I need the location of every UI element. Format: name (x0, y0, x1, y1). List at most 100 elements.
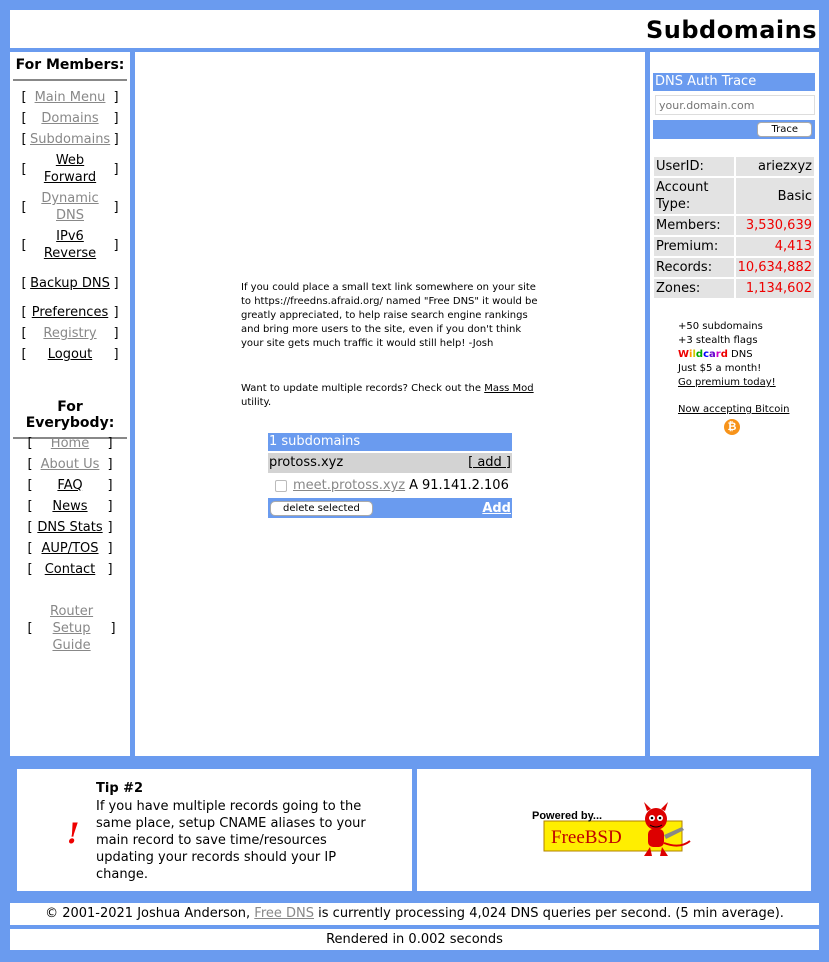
stat-row-premium: Premium: 4,413 (654, 237, 814, 256)
premium-line-price: Just $5 a month! (678, 363, 762, 374)
nav-domains: [ Domains ] (21, 110, 119, 127)
row-select-checkbox[interactable] (275, 480, 287, 492)
stat-row-records: Records: 10,634,882 (654, 258, 814, 277)
nav-main-menu: [ Main Menu ] (21, 89, 119, 106)
freebsd-panel: Powered by... FreeBSD (417, 769, 811, 891)
nav-router-setup: [ Router Setup Guide ] (27, 603, 116, 654)
stat-row-account-type: Account Type: Basic (654, 178, 814, 214)
nav-link-subdomains[interactable]: Subdomains (30, 131, 110, 148)
stat-label: UserID: (654, 157, 734, 176)
everybody-heading: For Everybody: (13, 394, 127, 439)
mass-mod-link[interactable]: Mass Mod (484, 383, 533, 394)
nav-link-router-setup-guide[interactable]: Router Setup Guide (36, 603, 107, 654)
members-heading: For Members: (13, 52, 127, 81)
nav-link-preferences[interactable]: Preferences (30, 304, 110, 321)
subdomains-count-heading: 1 subdomains (268, 433, 512, 451)
exclamation-icon: ! (67, 817, 80, 850)
left-sidebar: For Members: [ Main Menu ] [ Domains ] [… (10, 52, 130, 756)
nav-about-us: [ About Us ] (27, 456, 113, 473)
nav-link-registry[interactable]: Registry (30, 325, 110, 342)
nav-link-dns-stats[interactable]: DNS Stats (36, 519, 104, 536)
tip-title: Tip #2 (96, 781, 144, 796)
nav-link-home[interactable]: Home (36, 435, 104, 452)
stat-label: Premium: (654, 237, 734, 256)
table-row: meet.protoss.xyz A 91.141.2.106 (268, 475, 512, 497)
nav-link-backup-dns[interactable]: Backup DNS (30, 275, 110, 292)
nav-logout: [ Logout ] (21, 346, 119, 363)
stat-label: Records: (654, 258, 734, 277)
stat-row-userid: UserID: ariezxyz (654, 157, 814, 176)
nav-ipv6-reverse: [ IPv6 Reverse ] (21, 228, 119, 262)
copyright-bar: © 2001-2021 Joshua Anderson, Free DNS is… (10, 903, 819, 925)
table-footer: delete selected Add (268, 498, 512, 518)
stat-value: 3,530,639 (735, 216, 814, 235)
nav-link-logout[interactable]: Logout (30, 346, 110, 363)
stat-value: ariezxyz (735, 157, 814, 176)
stat-label: Account Type: (654, 178, 734, 214)
bitcoin-link[interactable]: Now accepting Bitcoin (678, 404, 789, 415)
trace-button[interactable]: Trace (757, 122, 812, 137)
nav-web-forward: [ Web Forward ] (21, 152, 119, 186)
subdomain-host-link[interactable]: meet.protoss.xyz (293, 475, 405, 497)
main-content: If you could place a small text link som… (135, 52, 645, 756)
premium-line-subdomains: +50 subdomains (678, 321, 763, 332)
nav-home: [ Home ] (27, 435, 113, 452)
free-dns-link[interactable]: Free DNS (254, 906, 314, 921)
nav-aup-tos: [ AUP/TOS ] (27, 540, 113, 557)
nav-news: [ News ] (27, 498, 113, 515)
nav-registry: [ Registry ] (21, 325, 119, 342)
premium-line-stealth: +3 stealth flags (678, 335, 758, 346)
nav-link-faq[interactable]: FAQ (36, 477, 104, 494)
page-title: Subdomains (645, 16, 817, 44)
right-sidebar: DNS Auth Trace Trace UserID: ariezxyz Ac… (650, 52, 819, 756)
record-type: A (409, 478, 418, 493)
wildcard-rainbow-text: Wildcard (678, 349, 728, 360)
premium-promo: +50 subdomains +3 stealth flags Wildcard… (678, 320, 776, 390)
bitcoin-icon: ₿ (724, 419, 740, 435)
add-record-link[interactable]: Add (482, 501, 511, 516)
nav-link-dynamic-dns[interactable]: Dynamic DNS (30, 190, 110, 224)
render-time-text: Rendered in 0.002 seconds (326, 932, 503, 947)
stat-label: Members: (654, 216, 734, 235)
record-value: 91.141.2.106 (422, 478, 509, 493)
nav-link-news[interactable]: News (36, 498, 104, 515)
domain-group-row: protoss.xyz [ add ] (268, 453, 512, 473)
tip-text: If you have multiple records going to th… (96, 799, 366, 882)
subdomains-table: 1 subdomains protoss.xyz [ add ] meet.pr… (268, 433, 512, 518)
nav-link-web-forward[interactable]: Web Forward (30, 152, 110, 186)
nav-subdomains: [ Subdomains ] (21, 131, 119, 148)
nav-backup-dns: [ Backup DNS ] (21, 275, 119, 292)
trace-button-bar: Trace (653, 120, 815, 139)
promo-text: If you could place a small text link som… (241, 282, 538, 349)
stat-value: 4,413 (735, 237, 814, 256)
stat-label: Zones: (654, 279, 734, 298)
freebsd-text: FreeBSD (551, 827, 622, 848)
nav-faq: [ FAQ ] (27, 477, 113, 494)
premium-line-wildcard: Wildcard DNS (678, 349, 753, 360)
powered-by-freebsd-logo[interactable]: Powered by... FreeBSD (532, 799, 702, 859)
dns-auth-trace-heading: DNS Auth Trace (653, 73, 815, 91)
domain-name: protoss.xyz (269, 455, 344, 470)
go-premium-link[interactable]: Go premium today! (678, 377, 776, 388)
nav-link-aup-tos[interactable]: AUP/TOS (36, 540, 104, 557)
stat-row-zones: Zones: 1,134,602 (654, 279, 814, 298)
nav-contact: [ Contact ] (27, 561, 113, 578)
add-subdomain-link[interactable]: [ add ] (468, 453, 511, 473)
account-stats-table: UserID: ariezxyz Account Type: Basic Mem… (652, 155, 816, 300)
powered-by-text: Powered by... (532, 810, 602, 822)
stat-value: Basic (735, 178, 814, 214)
nav-link-domains[interactable]: Domains (30, 110, 110, 127)
tip-panel: ! Tip #2 If you have multiple records go… (17, 769, 412, 891)
delete-selected-button[interactable]: delete selected (270, 500, 373, 516)
stat-value: 1,134,602 (735, 279, 814, 298)
nav-link-ipv6-reverse[interactable]: IPv6 Reverse (30, 228, 110, 262)
stat-row-members: Members: 3,530,639 (654, 216, 814, 235)
nav-link-main-menu[interactable]: Main Menu (30, 89, 110, 106)
nav-link-about-us[interactable]: About Us (36, 456, 104, 473)
trace-domain-input[interactable] (655, 95, 815, 115)
nav-link-contact[interactable]: Contact (36, 561, 104, 578)
render-time-bar: Rendered in 0.002 seconds (10, 929, 819, 950)
header-bar: Subdomains (10, 10, 819, 48)
nav-dynamic-dns: [ Dynamic DNS ] (21, 190, 119, 224)
mass-mod-text: Want to update multiple records? Check o… (241, 383, 534, 408)
